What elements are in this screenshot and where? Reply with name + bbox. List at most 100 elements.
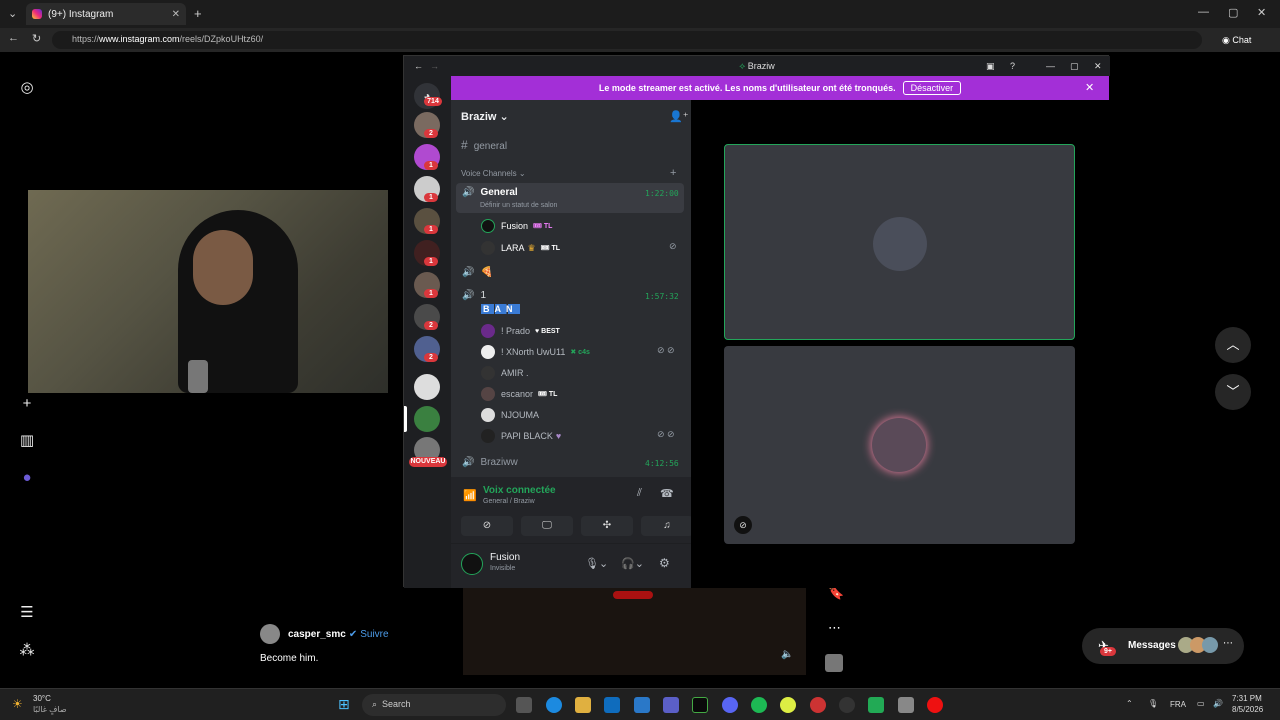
discord-maximize-icon[interactable]: ▢ [1070, 56, 1079, 76]
microphone-icon[interactable]: 🎙⌄ [585, 557, 608, 570]
task-view-icon[interactable] [516, 697, 532, 713]
tray-chevron-icon[interactable]: ⌃ [1126, 699, 1133, 708]
copilot-chat-button[interactable]: ◉ Chat [1222, 35, 1251, 46]
next-reel-button[interactable]: ﹀ [1215, 374, 1251, 410]
voice-user[interactable]: AMIR . [481, 366, 529, 380]
disconnect-icon[interactable]: ☎ [660, 487, 674, 500]
dashboard-icon[interactable]: ▥ [18, 432, 36, 450]
add-member-icon[interactable]: 👤⁺ [669, 110, 689, 123]
chrome-icon[interactable] [780, 697, 796, 713]
disable-streamer-button[interactable]: Désactiver [902, 81, 962, 95]
voice-status[interactable]: Voix connectée [483, 485, 556, 496]
soundboard-button[interactable]: ♫ [641, 516, 693, 536]
start-icon[interactable]: ⊞ [338, 696, 350, 713]
back-icon[interactable]: ← [8, 32, 19, 44]
file-explorer-icon[interactable] [575, 697, 591, 713]
add-channel-icon[interactable]: + [670, 167, 676, 179]
voice-user[interactable]: ! XNorth UwU11 ✖ c4s [481, 345, 590, 359]
profile-avatar-icon[interactable]: ● [18, 469, 36, 487]
messages-button[interactable]: ✈ 9+ Messages ⋯ [1082, 628, 1244, 664]
headphones-icon[interactable]: 🎧⌄ [621, 557, 644, 570]
discord-forward-icon[interactable]: → [430, 56, 439, 76]
app-icon[interactable] [839, 697, 855, 713]
author-avatar[interactable] [260, 624, 280, 644]
close-window-icon[interactable]: ✕ [1257, 6, 1266, 19]
voice-user[interactable]: LARA ♛ 🎟 TL [481, 241, 560, 255]
voice-user[interactable]: ! Prado ♥ BEST [481, 324, 560, 338]
clock-time[interactable]: 7:31 PM [1232, 694, 1262, 703]
refresh-icon[interactable]: ↻ [32, 32, 41, 45]
my-name[interactable]: Fusion [490, 552, 520, 563]
voice-channel-braziww[interactable]: 🔊 Braziww [462, 457, 518, 468]
instagram-logo-icon[interactable]: ◎ [18, 79, 36, 97]
app-icon[interactable] [868, 697, 884, 713]
opera-icon[interactable] [927, 697, 943, 713]
url-field[interactable]: https://www.instagram.com/reels/DZpkoUHt… [52, 31, 1202, 49]
new-tab-icon[interactable]: + [194, 6, 202, 21]
screen-share-button[interactable]: 🖵 [521, 516, 573, 536]
server-icon[interactable] [414, 374, 440, 400]
channel-timer: 1:22:00 [645, 189, 679, 198]
tab-instagram[interactable]: (9+) Instagram ✕ [26, 3, 186, 25]
menu-icon[interactable]: ☰ [18, 604, 36, 622]
app-icon[interactable] [810, 697, 826, 713]
settings-icon[interactable] [898, 697, 914, 713]
close-tab-icon[interactable]: ✕ [172, 9, 180, 20]
voice-user[interactable]: PAPI BLACK ♥ [481, 429, 561, 443]
language-indicator[interactable]: FRA [1170, 700, 1186, 709]
settings-gear-icon[interactable]: ⚙ [659, 556, 670, 570]
help-icon[interactable]: ? [1010, 56, 1015, 76]
search-box[interactable]: ⌕ Search [362, 694, 506, 716]
outlook-icon[interactable] [604, 697, 620, 713]
app-icon[interactable] [692, 697, 708, 713]
voice-user[interactable]: escanor 🎟 TL [481, 387, 557, 401]
prev-reel-button[interactable]: ︿ [1215, 327, 1251, 363]
signal-icon[interactable]: 📶 [463, 489, 477, 502]
follow-link[interactable]: Suivre [360, 629, 388, 640]
text-channel-general[interactable]: # general [461, 138, 507, 152]
more-icon[interactable]: ⋯ [828, 620, 841, 636]
inbox-icon[interactable]: ▣ [986, 56, 995, 76]
noise-suppression-icon[interactable]: ⫽ [637, 487, 642, 500]
weather-icon[interactable]: ☀ [12, 697, 23, 711]
discord-close-icon[interactable]: ✕ [1094, 56, 1102, 76]
voice-channel-pizza[interactable]: 🔊 🍕 [462, 267, 493, 278]
my-avatar[interactable] [461, 553, 483, 575]
reel-video[interactable]: 🔈 [463, 585, 806, 675]
edge-icon[interactable] [546, 697, 562, 713]
tab-list-icon[interactable]: ⌄ [8, 7, 17, 20]
discord-back-icon[interactable]: ← [414, 56, 423, 76]
discord-minimize-icon[interactable]: — [1046, 56, 1055, 76]
participant-tile-speaking[interactable] [724, 144, 1075, 340]
weather-temp[interactable]: 30°C [33, 694, 51, 703]
voice-category[interactable]: Voice Channels ⌄ [461, 169, 526, 178]
apps-icon[interactable]: ⁂ [18, 642, 36, 660]
voice-user[interactable]: NJOUMA [481, 408, 539, 422]
camera-button[interactable]: ⊘ [461, 516, 513, 536]
discord-taskbar-icon[interactable] [722, 697, 738, 713]
voice-channel-general[interactable]: 🔊 General Définir un statut de salon 1:22… [456, 183, 684, 213]
user-name: escanor [501, 389, 534, 399]
create-icon[interactable]: + [18, 395, 36, 413]
voice-location[interactable]: General / Braziw [483, 498, 535, 505]
banner-close-icon[interactable]: ✕ [1085, 81, 1094, 94]
audio-thumb[interactable] [825, 654, 843, 672]
server-icon-active[interactable] [414, 406, 440, 432]
teams-icon[interactable] [663, 697, 679, 713]
activities-button[interactable]: ✣ [581, 516, 633, 536]
mute-icon[interactable]: 🔈 [781, 649, 793, 660]
maximize-icon[interactable]: ▢ [1228, 6, 1238, 19]
volume-icon[interactable]: 🔊 [1213, 699, 1223, 708]
voice-user[interactable]: Fusion 🎟 TL [481, 219, 552, 233]
tray-mic-icon[interactable]: 🎙 [1148, 699, 1158, 708]
participant-tile[interactable]: ⊘ [724, 346, 1075, 544]
voice-channel-1[interactable]: 🔊 1 [462, 290, 486, 301]
channel-status[interactable]: Définir un statut de salon [480, 202, 557, 209]
minimize-icon[interactable]: — [1198, 6, 1209, 18]
network-icon[interactable]: ▭ [1197, 699, 1205, 708]
author-username[interactable]: casper_smc [288, 629, 346, 640]
store-icon[interactable] [634, 697, 650, 713]
server-header[interactable]: Braziw ⌄ [461, 110, 509, 123]
clock-date[interactable]: 8/5/2026 [1232, 705, 1263, 714]
spotify-icon[interactable] [751, 697, 767, 713]
